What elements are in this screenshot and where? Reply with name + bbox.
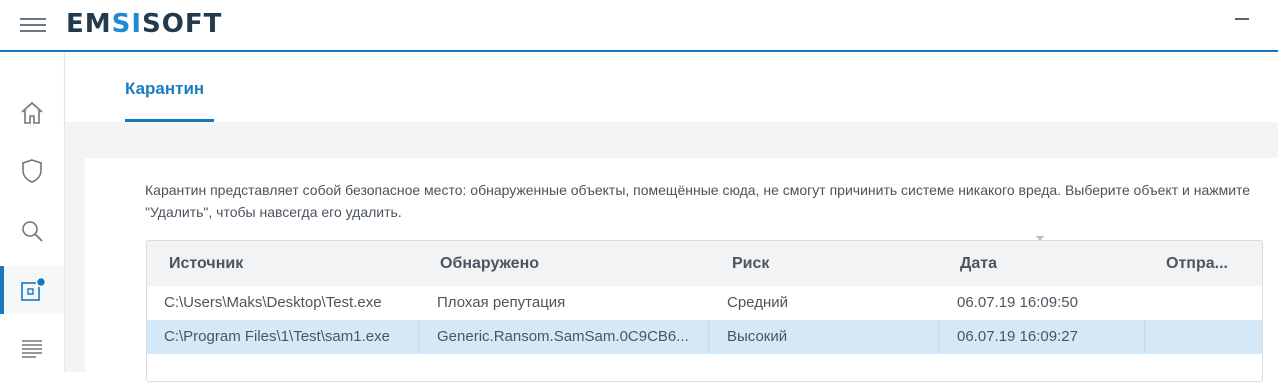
column-divider: [1144, 320, 1145, 354]
cell-risk: Средний: [727, 294, 788, 311]
column-divider: [708, 320, 709, 354]
column-divider: [418, 320, 419, 354]
cell-date: 06.07.19 16:09:50: [957, 294, 1078, 311]
menu-icon[interactable]: [20, 18, 46, 34]
table-row[interactable]: C:\Users\Maks\Desktop\Test.exe Плохая ре…: [147, 286, 1262, 320]
column-header-source[interactable]: Источник: [169, 241, 243, 286]
shield-icon: [22, 159, 42, 183]
title-bar: EMSISOFT: [0, 0, 1278, 52]
search-icon: [22, 221, 43, 242]
cell-risk: Высокий: [727, 328, 788, 345]
tab-quarantine[interactable]: Карантин: [125, 79, 204, 99]
column-header-date[interactable]: Дата: [960, 241, 997, 286]
sidebar-item-logs[interactable]: [0, 324, 64, 372]
cell-source: C:\Users\Maks\Desktop\Test.exe: [164, 294, 382, 311]
column-header-risk[interactable]: Риск: [732, 241, 769, 286]
sidebar-item-quarantine[interactable]: [0, 266, 64, 314]
home-icon: [21, 101, 43, 124]
app-logo: EMSISOFT: [66, 9, 223, 39]
column-header-sent[interactable]: Отпра...: [1166, 241, 1228, 286]
quarantine-table: Источник Обнаружено Риск Дата Отпра... C…: [146, 240, 1263, 382]
cell-source: C:\Program Files\1\Test\sam1.exe: [164, 328, 390, 345]
table-header: Источник Обнаружено Риск Дата Отпра...: [147, 241, 1262, 286]
minimize-button[interactable]: [1235, 18, 1249, 20]
cell-detected: Generic.Ransom.SamSam.0C9CB6...: [437, 328, 689, 345]
quarantine-description: Карантин представляет собой безопасное м…: [145, 182, 1251, 220]
cell-detected: Плохая репутация: [437, 294, 566, 311]
list-icon: [22, 340, 42, 358]
content-header: [65, 52, 1278, 122]
sidebar: [0, 52, 65, 372]
table-row-selected[interactable]: C:\Program Files\1\Test\sam1.exe Generic…: [147, 320, 1262, 354]
sidebar-item-protection[interactable]: [0, 147, 64, 195]
quarantine-icon: [21, 276, 47, 301]
column-divider: [938, 320, 939, 354]
sidebar-item-scan[interactable]: [0, 207, 64, 255]
column-header-detected[interactable]: Обнаружено: [440, 241, 539, 286]
sidebar-item-home[interactable]: [0, 89, 64, 137]
active-indicator: [0, 266, 4, 314]
cell-date: 06.07.19 16:09:27: [957, 328, 1078, 345]
